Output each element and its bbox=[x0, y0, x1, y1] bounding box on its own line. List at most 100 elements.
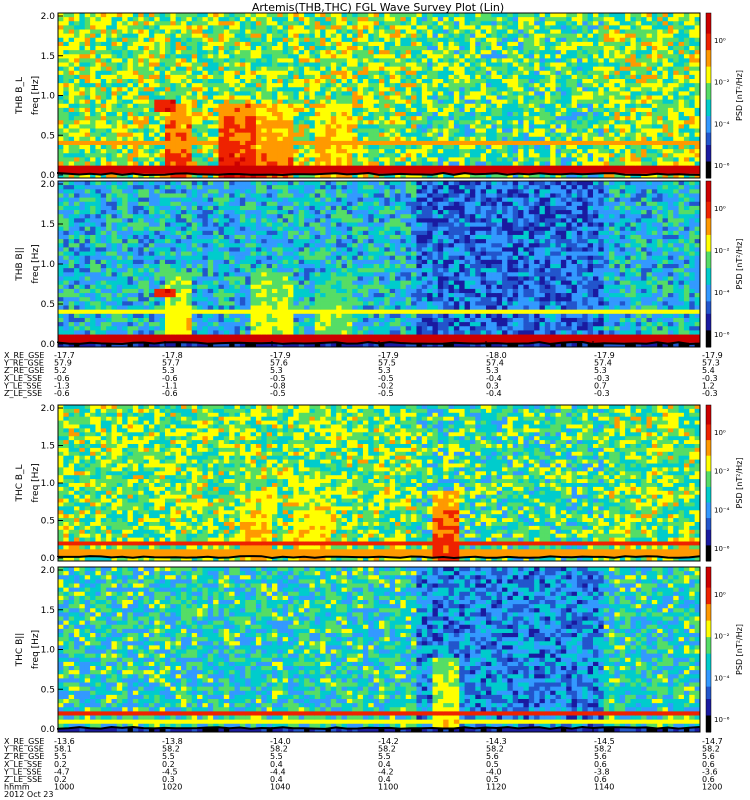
spectrogram-cell bbox=[609, 21, 615, 26]
spectrogram-cell bbox=[528, 107, 535, 113]
spectrogram-cell bbox=[309, 165, 316, 171]
spectrogram-cell bbox=[325, 17, 332, 22]
spectrogram-cell bbox=[148, 149, 155, 154]
spectrogram-cell bbox=[298, 62, 305, 68]
spectrogram-cell bbox=[175, 107, 182, 113]
spectrogram-cell bbox=[571, 70, 578, 76]
spectrogram-cell bbox=[518, 128, 524, 134]
spectrogram-cell bbox=[341, 46, 348, 51]
spectrogram-cell bbox=[689, 74, 696, 80]
spectrogram-cell bbox=[662, 165, 669, 171]
spectrogram-cell bbox=[346, 70, 353, 76]
spectrogram-cell bbox=[357, 107, 364, 113]
spectrogram-cell bbox=[293, 107, 300, 113]
spectrogram-cell bbox=[673, 58, 679, 63]
spectrogram-cell bbox=[405, 46, 412, 51]
spectrogram-cell bbox=[309, 74, 316, 80]
spectrogram-cell bbox=[325, 50, 332, 55]
spectrogram-cell bbox=[191, 120, 198, 125]
spectrogram-cell bbox=[154, 29, 161, 35]
spectrogram-cell bbox=[496, 66, 503, 72]
spectrogram-cell bbox=[116, 120, 123, 125]
spectrogram-cell bbox=[223, 149, 230, 154]
spectrogram-cell bbox=[288, 58, 294, 63]
spectrogram-cell bbox=[84, 124, 91, 129]
spectrogram-cell bbox=[678, 120, 685, 125]
spectrogram-cell bbox=[630, 17, 637, 22]
spectrogram-cell bbox=[496, 136, 503, 142]
spectrogram-cell bbox=[625, 128, 631, 134]
spectrogram-cell bbox=[395, 95, 401, 101]
spectrogram-cell bbox=[475, 17, 482, 22]
spectrogram-cell bbox=[475, 145, 482, 150]
spectrogram-cell bbox=[79, 79, 86, 84]
spectrogram-cell bbox=[625, 70, 631, 76]
spectrogram-cell bbox=[330, 58, 337, 63]
spectrogram-cell bbox=[464, 83, 471, 88]
spectrogram-cell bbox=[373, 140, 380, 146]
spectrogram-cell bbox=[657, 112, 663, 117]
spectrogram-cell bbox=[362, 79, 369, 84]
spectrogram-cell bbox=[282, 79, 289, 84]
spectrogram-cell bbox=[448, 33, 455, 39]
spectrogram-cell bbox=[689, 165, 696, 171]
spectrogram-cell bbox=[566, 153, 572, 158]
spectrogram-cell bbox=[459, 103, 465, 109]
spectrogram-cell bbox=[405, 136, 412, 142]
spectrogram-cell bbox=[539, 87, 546, 92]
spectrogram-cell bbox=[619, 145, 626, 150]
spectrogram-cell bbox=[288, 54, 294, 59]
spectrogram-cell bbox=[106, 107, 112, 113]
spectrogram-cell bbox=[598, 112, 605, 117]
spectrogram-cell bbox=[609, 132, 615, 138]
spectrogram-cell bbox=[68, 136, 75, 142]
spectrogram-cell bbox=[389, 95, 396, 101]
spectrogram-cell bbox=[593, 50, 599, 55]
spectrogram-cell bbox=[448, 58, 455, 63]
spectrogram-cell bbox=[95, 54, 102, 59]
spectrogram-cell bbox=[491, 74, 498, 80]
spectrogram-cell bbox=[277, 112, 284, 117]
spectrogram-cell bbox=[432, 33, 439, 39]
spectrogram-cell bbox=[58, 79, 64, 84]
spectrogram-cell bbox=[603, 99, 610, 105]
spectrogram-cell bbox=[528, 140, 535, 146]
spectrogram-cell bbox=[405, 87, 412, 92]
spectrogram-cell bbox=[448, 128, 455, 134]
spectrogram-cell bbox=[154, 33, 161, 39]
spectrogram-cell bbox=[528, 149, 535, 154]
spectrogram-cell bbox=[507, 50, 514, 55]
colorbar-cell bbox=[706, 132, 711, 138]
spectrogram-cell bbox=[100, 62, 107, 68]
spectrogram-cell bbox=[95, 112, 102, 117]
spectrogram-cell bbox=[100, 41, 107, 47]
spectrogram-cell bbox=[614, 74, 621, 80]
spectrogram-cell bbox=[518, 95, 524, 101]
spectrogram-cell bbox=[298, 87, 305, 92]
spectrogram-cell bbox=[346, 58, 353, 63]
spectrogram-cell bbox=[459, 91, 465, 96]
spectrogram-cell bbox=[293, 157, 300, 162]
spectrogram-cell bbox=[630, 58, 637, 63]
spectrogram-cell bbox=[234, 87, 241, 92]
spectrogram-cell bbox=[202, 103, 209, 109]
spectrogram-cell bbox=[159, 120, 166, 125]
spectrogram-cell bbox=[560, 107, 567, 113]
spectrogram-cell bbox=[106, 37, 112, 43]
spectrogram-cell bbox=[486, 54, 492, 59]
spectrogram-cell bbox=[512, 29, 519, 35]
spectrogram-cell bbox=[635, 70, 642, 76]
spectrogram-cell bbox=[405, 29, 412, 35]
spectrogram-cell bbox=[469, 161, 476, 167]
spectrogram-cell bbox=[646, 70, 653, 76]
spectrogram-cell bbox=[502, 79, 508, 84]
spectrogram-cell bbox=[293, 149, 300, 154]
spectrogram-cell bbox=[346, 103, 353, 109]
spectrogram-cell bbox=[314, 95, 321, 101]
spectrogram-cell bbox=[523, 120, 530, 125]
spectrogram-cell bbox=[593, 25, 599, 30]
spectrogram-cell bbox=[507, 103, 514, 109]
spectrogram-cell bbox=[544, 91, 551, 96]
spectrogram-cell bbox=[58, 255, 64, 261]
spectrogram-cell bbox=[223, 161, 230, 167]
